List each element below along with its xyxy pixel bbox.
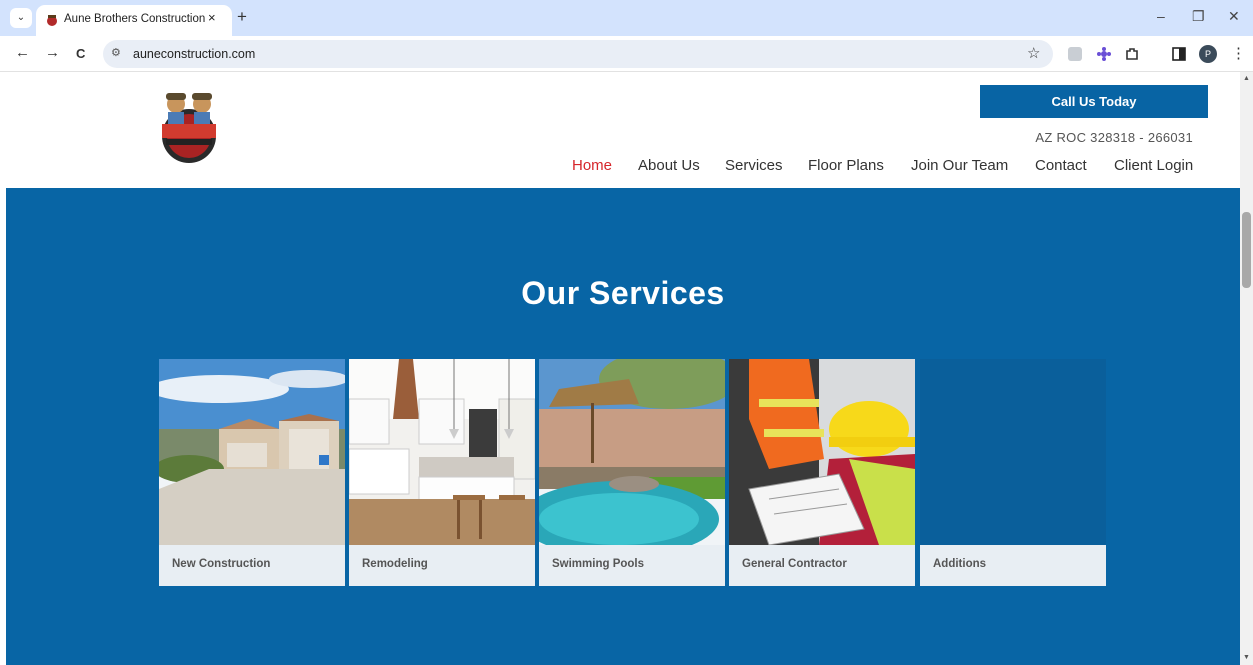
url-text[interactable]: auneconstruction.com (133, 47, 255, 61)
profile-avatar[interactable]: P (1199, 45, 1217, 63)
tab-title: Aune Brothers Construction (64, 13, 206, 25)
tab-search-icon[interactable]: ⌄ (10, 8, 32, 28)
service-card-new-construction[interactable]: New Construction (159, 359, 345, 586)
restore-button[interactable]: ❐ (1192, 8, 1205, 25)
browser-tab-bar: ⌄ Aune Brothers Construction × + – ❐ ✕ (0, 0, 1253, 36)
browser-tab[interactable]: Aune Brothers Construction × (36, 5, 232, 36)
extension-flower-icon[interactable] (1096, 46, 1112, 62)
nav-services[interactable]: Services (725, 157, 783, 174)
nav-client-login[interactable]: Client Login (1114, 157, 1193, 174)
page-scrollbar[interactable]: ▲ ▼ (1240, 72, 1253, 665)
forward-button[interactable]: → (45, 44, 60, 61)
service-card-label: Remodeling (349, 545, 535, 586)
extensions-puzzle-icon[interactable] (1124, 46, 1140, 62)
bookmark-star-icon[interactable]: ☆ (1027, 44, 1040, 62)
nav-join-our-team[interactable]: Join Our Team (911, 157, 1008, 174)
reload-button[interactable]: C (76, 46, 85, 61)
site-header: Call Us Today AZ ROC 328318 - 266031 Hom… (6, 72, 1240, 188)
new-construction-photo (159, 359, 345, 545)
additions-photo-placeholder (920, 359, 1106, 545)
side-panel-icon[interactable] (1172, 47, 1186, 61)
service-card-remodeling[interactable]: Remodeling (349, 359, 535, 586)
service-card-label: Additions (920, 545, 1106, 586)
browser-toolbar: ← → C ⚙ auneconstruction.com ☆ P ⋮ (0, 36, 1253, 72)
nav-about-us[interactable]: About Us (638, 157, 700, 174)
tab-close-icon[interactable]: × (208, 10, 216, 25)
service-card-general-contractor[interactable]: General Contractor (729, 359, 915, 586)
remodeling-photo (349, 359, 535, 545)
nav-contact[interactable]: Contact (1035, 157, 1087, 174)
minimize-button[interactable]: – (1157, 8, 1165, 24)
services-heading: Our Services (521, 275, 725, 311)
service-card-label: New Construction (159, 545, 345, 586)
scroll-up-arrow-icon[interactable]: ▲ (1243, 75, 1250, 82)
extension-r-icon[interactable] (1068, 47, 1082, 61)
scroll-down-arrow-icon[interactable]: ▼ (1243, 654, 1250, 661)
service-card-swimming-pools[interactable]: Swimming Pools (539, 359, 725, 586)
swimming-pools-photo (539, 359, 725, 545)
license-number: AZ ROC 328318 - 266031 (1035, 130, 1193, 145)
webpage: Call Us Today AZ ROC 328318 - 266031 Hom… (6, 72, 1240, 665)
site-favicon-icon (47, 15, 57, 26)
nav-floor-plans[interactable]: Floor Plans (808, 157, 884, 174)
call-us-today-button[interactable]: Call Us Today (980, 85, 1208, 118)
aune-brothers-logo[interactable] (154, 90, 224, 164)
close-window-button[interactable]: ✕ (1228, 8, 1240, 25)
scrollbar-thumb[interactable] (1242, 212, 1251, 288)
nav-home[interactable]: Home (572, 157, 612, 174)
address-bar[interactable]: ⚙ auneconstruction.com ☆ (103, 40, 1053, 68)
back-button[interactable]: ← (15, 44, 30, 61)
general-contractor-photo (729, 359, 915, 545)
new-tab-button[interactable]: + (237, 7, 247, 27)
site-info-icon[interactable]: ⚙ (111, 46, 121, 59)
service-card-label: Swimming Pools (539, 545, 725, 586)
service-card-additions[interactable]: Additions (920, 359, 1106, 586)
browser-menu-icon[interactable]: ⋮ (1231, 44, 1246, 62)
service-card-label: General Contractor (729, 545, 915, 586)
services-section: Our Services New Construction Remodeling… (6, 188, 1240, 665)
